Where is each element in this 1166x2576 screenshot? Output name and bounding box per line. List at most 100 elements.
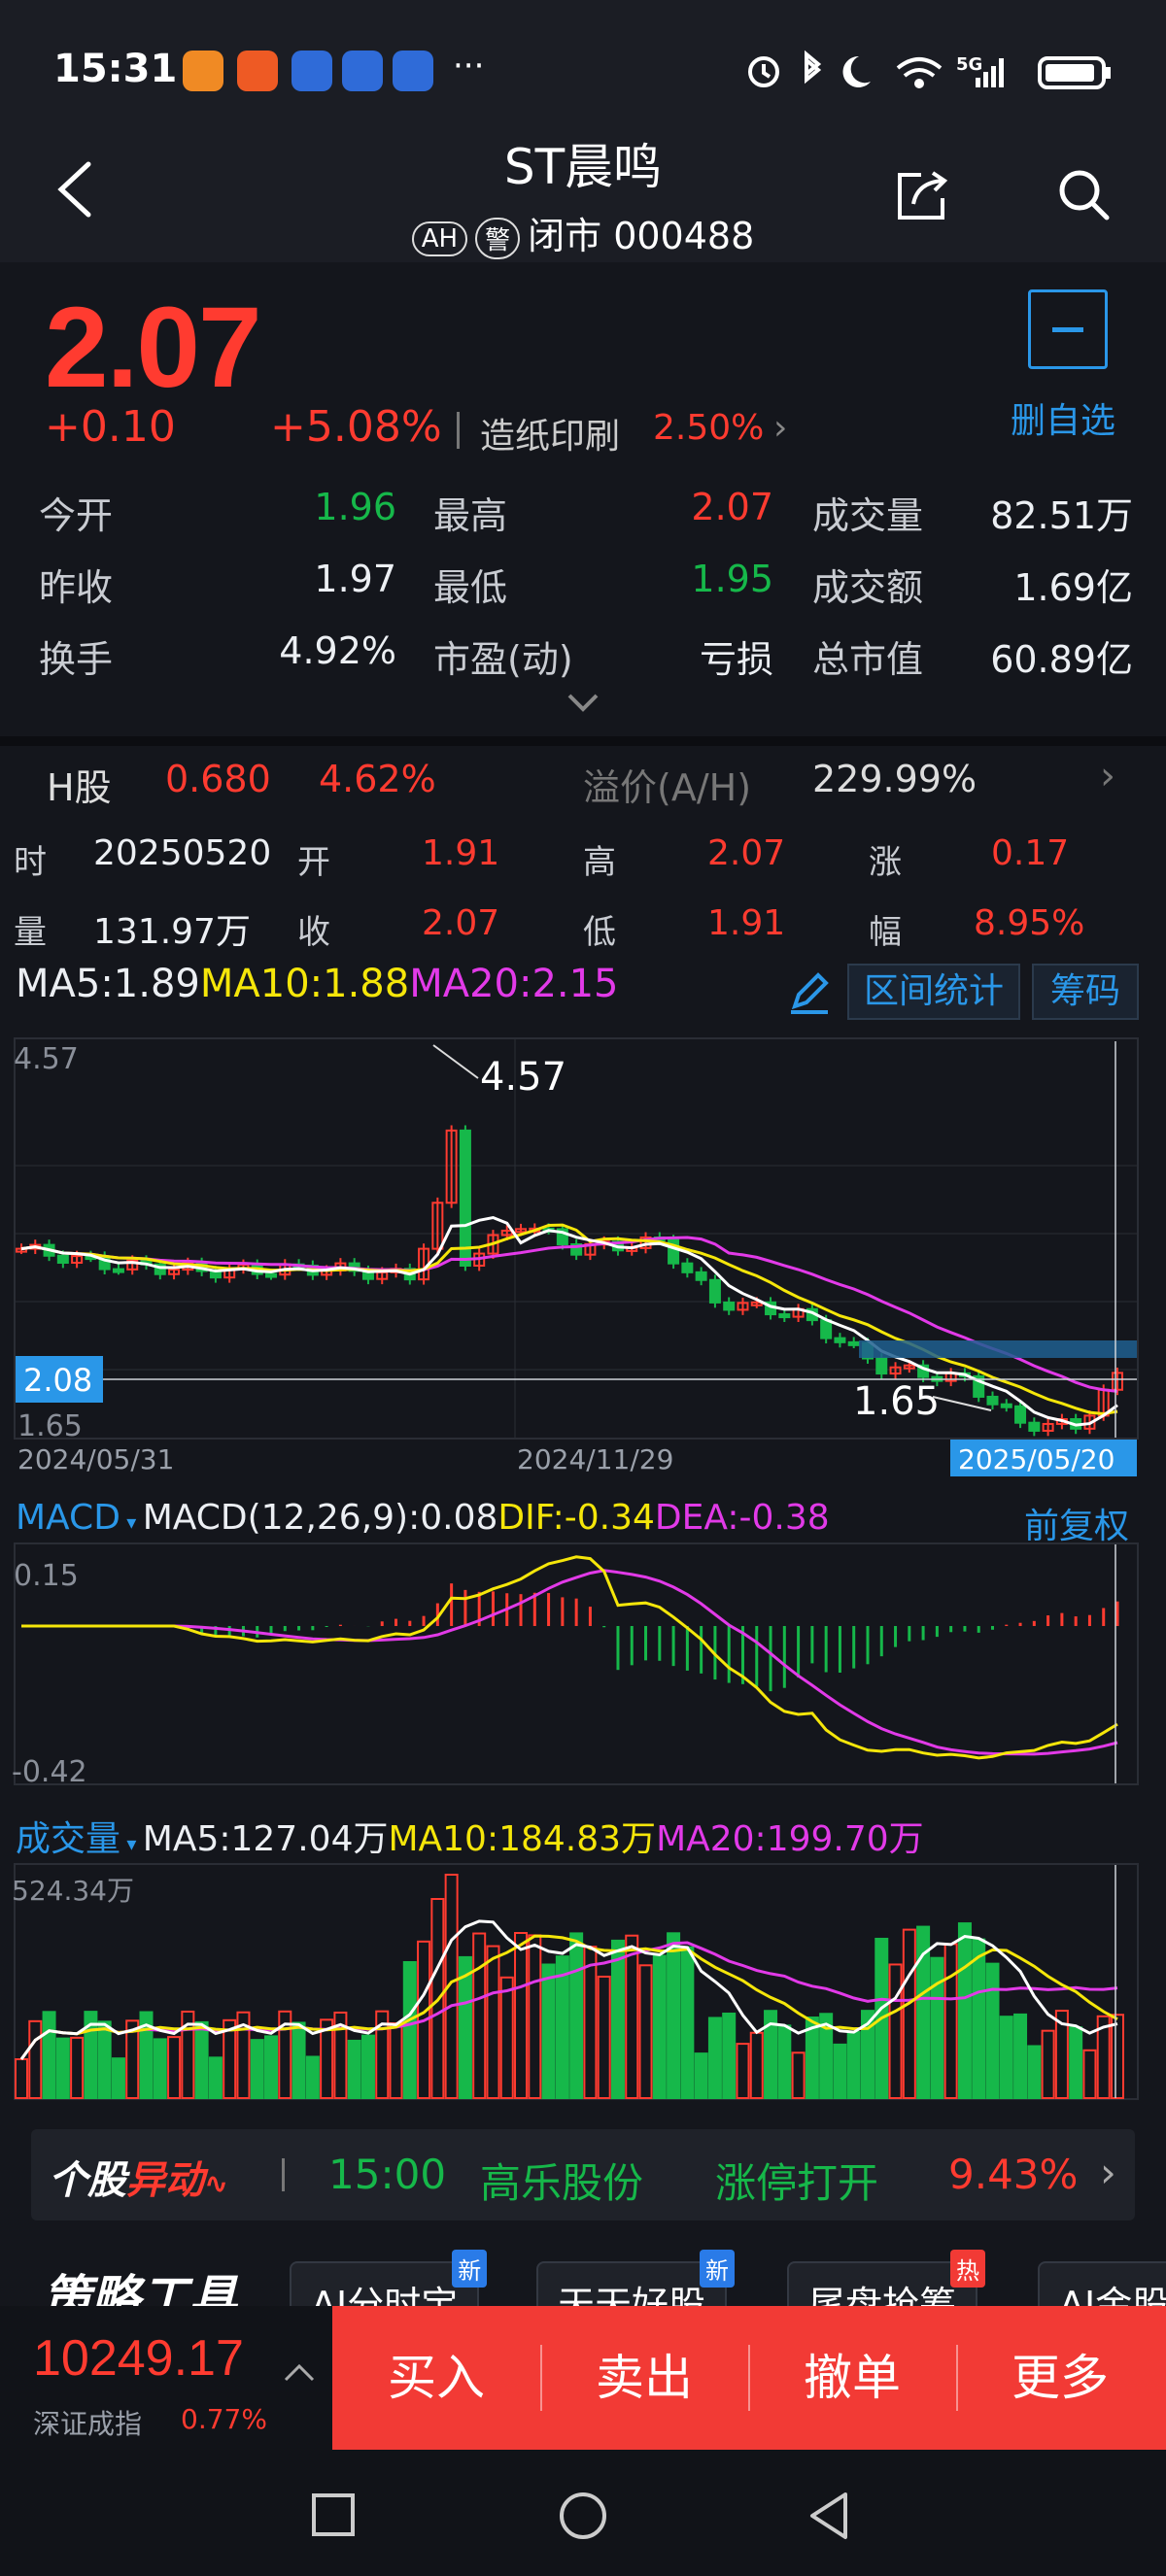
day-rise-value: 0.17 <box>991 833 1070 873</box>
caret-down-icon[interactable]: ▾ <box>120 1832 143 1855</box>
volume-bar <box>999 2016 1013 2100</box>
more-button[interactable]: 更多 <box>956 2306 1164 2450</box>
peak-label: 4.57 <box>480 1055 566 1100</box>
pencil-icon[interactable] <box>785 967 834 1016</box>
volume-bar <box>153 2038 167 2099</box>
day-amplitude-label: 幅 <box>869 913 902 952</box>
ma20-line <box>20 1236 1118 1393</box>
volume-bar <box>638 1964 653 2100</box>
minus-icon <box>1052 327 1083 332</box>
recents-icon[interactable] <box>311 2492 356 2537</box>
remove-watchlist-label[interactable]: 删自选 <box>1011 392 1115 443</box>
candle-body <box>875 1357 888 1375</box>
volume-bar <box>55 2037 70 2100</box>
divider <box>457 412 460 449</box>
ma10-legend: MA10:1.88 <box>199 962 410 1006</box>
volume-bar <box>15 2058 28 2099</box>
turnover-label: 换手 <box>39 638 114 681</box>
volume-bar <box>194 2020 209 2099</box>
volume-bar <box>97 2020 112 2099</box>
alert-tag-part1: 个股 <box>49 2158 126 2203</box>
peak-pointer <box>432 1044 479 1079</box>
stock-subtitle: AH 警闭市 000488 <box>0 206 1166 259</box>
chips-button[interactable]: 筹码 <box>1032 964 1139 1020</box>
index-percent[interactable]: 0.77% <box>181 2403 267 2435</box>
volume-bar <box>1069 2026 1083 2099</box>
index-value[interactable]: 10249.17 <box>33 2329 244 2388</box>
macd-y-max-label: 0.15 <box>14 1559 79 1593</box>
volume-bar <box>652 1954 667 2100</box>
home-icon[interactable] <box>558 2491 608 2541</box>
interval-stats-button[interactable]: 区间统计 <box>847 964 1020 1020</box>
chevron-down-icon[interactable] <box>564 688 602 717</box>
sector-name[interactable]: 造纸印刷 <box>480 408 620 458</box>
volume-bar <box>610 1939 625 2099</box>
buy-button[interactable]: 买入 <box>332 2306 540 2450</box>
back-icon[interactable] <box>806 2491 851 2541</box>
cancel-order-button[interactable]: 撤单 <box>748 2306 956 2450</box>
volume-bar <box>833 2043 847 2100</box>
volume-title[interactable]: 成交量 <box>16 1819 120 1859</box>
date-label: 时 <box>14 843 47 882</box>
day-high-label: 高 <box>583 843 616 882</box>
candle-body <box>723 1301 736 1311</box>
chevron-right-icon[interactable]: › <box>1100 754 1115 798</box>
volume-bar <box>360 2034 375 2100</box>
volume-bar <box>749 2031 764 2099</box>
adjust-button[interactable]: 前复权 <box>1024 1498 1129 1548</box>
volume-bar <box>292 2021 306 2099</box>
chevron-up-icon[interactable] <box>282 2360 317 2384</box>
trough-label: 1.65 <box>853 1379 940 1424</box>
index-name[interactable]: 深证成指 <box>33 2403 142 2442</box>
warning-badge: 警 <box>475 218 521 259</box>
vol-ma5-line <box>19 1919 1118 2060</box>
trough-pointer <box>932 1396 992 1411</box>
h-share-label: H股 <box>47 766 112 809</box>
volume-bars <box>15 1874 1124 2100</box>
market-status-code: 闭市 000488 <box>528 215 755 257</box>
section-divider <box>0 736 1166 746</box>
candle-body <box>1014 1405 1027 1424</box>
premium-label: 溢价(A/H) <box>583 766 752 809</box>
volume-bar <box>985 1962 1000 2099</box>
alert-tag-part2: 异动 <box>126 2158 204 2203</box>
alert-stock: 高乐股份 <box>480 2159 644 2207</box>
chevron-right-icon[interactable]: › <box>1100 2149 1116 2196</box>
app-notification-icon <box>292 51 332 91</box>
sector-change-percent[interactable]: 2.50% <box>653 408 764 448</box>
mktcap-label: 总市值 <box>812 638 924 681</box>
volume-bar <box>791 2051 806 2099</box>
volume-bar <box>28 2019 43 2099</box>
sell-button[interactable]: 卖出 <box>540 2306 748 2450</box>
dif-line <box>21 1555 1118 1760</box>
macd-histogram <box>186 1583 1119 1692</box>
volume-bar <box>42 2011 56 2099</box>
vol-ma20: MA20:199.70万 <box>656 1819 924 1859</box>
volume-bar <box>528 1934 542 2099</box>
day-amplitude-value: 8.95% <box>974 903 1085 943</box>
alarm-icon <box>748 56 779 87</box>
premium-value: 229.99% <box>812 758 977 800</box>
alert-percent: 9.43% <box>948 2151 1079 2198</box>
alert-tag: 个股异动∿ <box>49 2149 228 2205</box>
share-icon[interactable] <box>892 165 950 223</box>
caret-down-icon[interactable]: ▾ <box>120 1510 143 1534</box>
high-value: 2.07 <box>691 486 773 528</box>
volume-bar <box>569 1932 584 2099</box>
day-low-value: 1.91 <box>707 903 786 943</box>
volume-bar <box>70 2036 85 2099</box>
candle-body <box>459 1129 471 1268</box>
search-icon[interactable] <box>1054 165 1113 223</box>
low-value: 1.95 <box>691 558 773 600</box>
app-notification-icon <box>183 51 223 91</box>
volume-bar <box>1082 2049 1097 2100</box>
volume-bar <box>111 2057 125 2099</box>
day-close-value: 2.07 <box>422 903 500 943</box>
candle-body <box>986 1395 999 1406</box>
volume-label: 成交量 <box>812 494 924 537</box>
day-low-label: 低 <box>583 913 616 952</box>
turnover-value: 4.92% <box>279 629 396 672</box>
day-rise-label: 涨 <box>869 843 902 882</box>
chevron-right-icon[interactable]: › <box>773 408 787 448</box>
macd-title[interactable]: MACD <box>16 1498 120 1538</box>
